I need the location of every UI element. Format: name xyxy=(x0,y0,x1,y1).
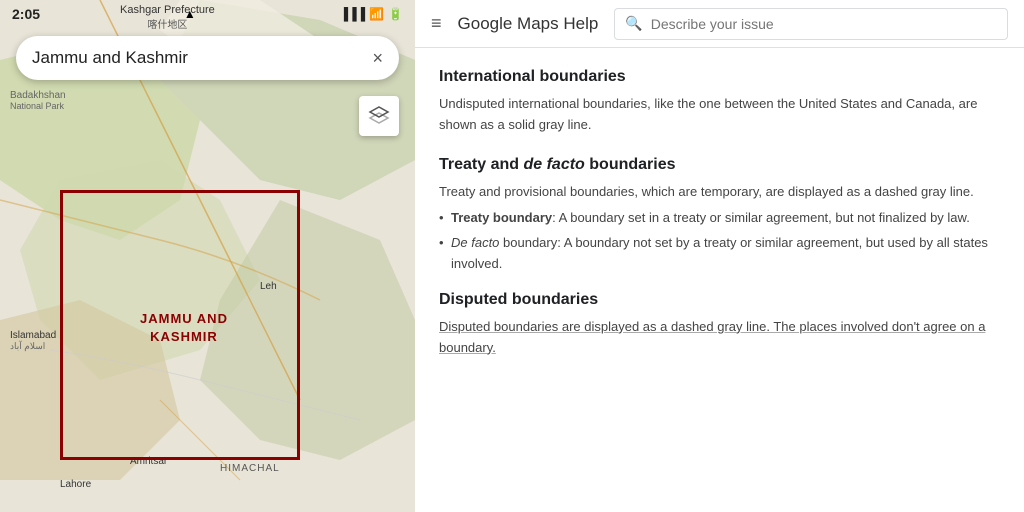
section-disputed: Disputed boundaries Disputed boundaries … xyxy=(439,291,1000,359)
treaty-bold: Treaty boundary xyxy=(451,210,552,225)
help-header: ≡ Google Maps Help 🔍 xyxy=(415,0,1024,48)
help-panel: ≡ Google Maps Help 🔍 International bound… xyxy=(415,0,1024,512)
signal-icon: ▐▐▐ xyxy=(340,7,366,21)
status-time: 2:05 xyxy=(12,6,40,22)
international-boundaries-title: International boundaries xyxy=(439,68,1000,86)
layers-icon xyxy=(368,105,390,127)
help-panel-title: Google Maps Help xyxy=(458,14,599,34)
wifi-icon: 📶 xyxy=(369,7,384,21)
treaty-bullet-item: Treaty boundary: A boundary set in a tre… xyxy=(439,208,1000,229)
status-icons: ▐▐▐ 📶 🔋 xyxy=(340,7,403,21)
disputed-boundaries-title: Disputed boundaries xyxy=(439,291,1000,309)
treaty-boundaries-title: Treaty and de facto boundaries xyxy=(439,156,1000,174)
help-search-field[interactable]: 🔍 xyxy=(614,8,1008,40)
badakhshan-label: Badakhshan National Park xyxy=(10,90,66,112)
treaty-boundaries-body: Treaty and provisional boundaries, which… xyxy=(439,182,1000,203)
layer-button[interactable] xyxy=(359,96,399,136)
treaty-bullet-list: Treaty boundary: A boundary set in a tre… xyxy=(439,208,1000,274)
section-international: International boundaries Undisputed inte… xyxy=(439,68,1000,136)
international-boundaries-body: Undisputed international boundaries, lik… xyxy=(439,94,1000,136)
close-button[interactable]: × xyxy=(372,48,383,69)
help-content: International boundaries Undisputed inte… xyxy=(415,48,1024,512)
section-treaty: Treaty and de facto boundaries Treaty an… xyxy=(439,156,1000,275)
search-query-text: Jammu and Kashmir xyxy=(32,48,188,68)
phone-mockup: 2:05 ▲ ▐▐▐ 📶 🔋 Kashgar Prefecture 喀什地区 J… xyxy=(0,0,415,512)
defacto-italic-title: de facto xyxy=(523,156,584,173)
defacto-bullet-item: De facto boundary: A boundary not set by… xyxy=(439,233,1000,275)
status-nav-icon: ▲ xyxy=(184,7,196,21)
search-bar: Jammu and Kashmir × xyxy=(16,36,399,80)
defacto-italic-bullet: De facto xyxy=(451,235,499,250)
help-search-input[interactable] xyxy=(651,16,997,32)
status-bar: 2:05 ▲ ▐▐▐ 📶 🔋 xyxy=(0,0,415,28)
himachal-label: HIMACHAL xyxy=(220,462,280,474)
kashmir-region-box xyxy=(60,190,300,460)
battery-icon: 🔋 xyxy=(388,7,403,21)
lahore-label: Lahore xyxy=(60,478,91,490)
islamabad-label: Islamabad اسلام آباد xyxy=(10,330,56,352)
search-icon: 🔍 xyxy=(625,15,642,32)
hamburger-menu-icon[interactable]: ≡ xyxy=(431,13,442,34)
disputed-boundaries-body: Disputed boundaries are displayed as a d… xyxy=(439,317,1000,359)
